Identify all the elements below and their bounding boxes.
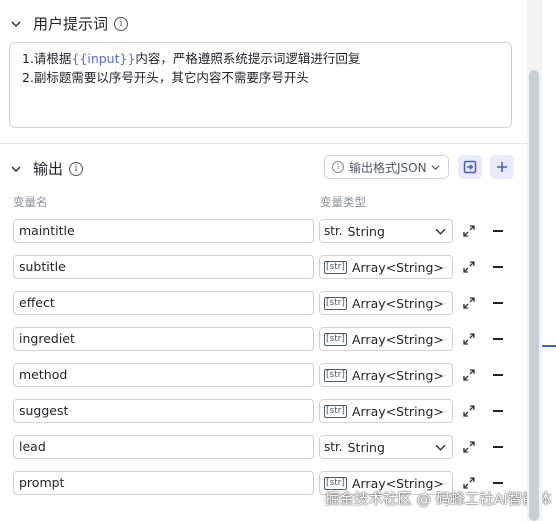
variable-type-label: Array<String> [351, 259, 444, 275]
remove-variable-button[interactable] [493, 482, 503, 484]
scrollbar-thumb[interactable] [529, 70, 539, 521]
variable-type-select[interactable]: [str] Array<String> [319, 327, 453, 351]
variable-type-label: String [347, 223, 385, 239]
expand-icon[interactable] [463, 333, 475, 345]
variable-type-label: Array<String> [351, 295, 444, 311]
plus-icon [497, 162, 507, 172]
chevron-down-icon [435, 444, 446, 451]
chevron-down-icon[interactable] [11, 164, 21, 174]
user-prompt-textarea[interactable]: 1.请根据{{input}}内容，严格遵照系统提示词逻辑进行回复 2.副标题需要… [9, 42, 512, 128]
prompt-line-2: 2.副标题需要以序号开头，其它内容不需要序号开头 [22, 70, 309, 85]
output-variable-row: ingrediet [str] Array<String> [0, 327, 527, 353]
chevron-down-icon [443, 266, 446, 268]
output-variable-row: lead str. String [0, 435, 527, 461]
variable-type-label: String [347, 439, 385, 455]
output-variable-row: subtitle [str] Array<String> [0, 255, 527, 281]
prompt-section-header[interactable]: 用户提示词 i [11, 13, 129, 34]
variable-type-label: Array<String> [351, 367, 444, 383]
type-icon: [str] [324, 296, 347, 310]
info-icon: i [332, 161, 344, 173]
variable-name-input[interactable]: lead [13, 435, 314, 459]
variable-type-select[interactable]: [str] Array<String> [319, 291, 453, 315]
chevron-down-icon [435, 228, 446, 235]
prompt-section-title: 用户提示词 [33, 15, 109, 33]
column-header-name: 变量名 [13, 195, 48, 209]
chevron-down-icon [443, 410, 446, 412]
variable-name-input[interactable]: effect [13, 291, 314, 315]
chevron-down-icon[interactable] [11, 19, 21, 29]
expand-icon[interactable] [463, 261, 475, 273]
variable-type-label: Array<String> [351, 403, 444, 419]
expand-icon[interactable] [463, 225, 475, 237]
variable-name-input[interactable]: subtitle [13, 255, 314, 279]
type-icon: [str] [324, 332, 347, 346]
remove-variable-button[interactable] [493, 302, 503, 304]
type-icon: str. [324, 224, 343, 238]
variable-name-input[interactable]: ingrediet [13, 327, 314, 351]
chevron-down-icon [443, 374, 446, 376]
variable-name-input[interactable]: method [13, 363, 314, 387]
output-variable-row: method [str] Array<String> [0, 363, 527, 389]
info-icon[interactable]: i [114, 16, 129, 31]
chevron-down-icon [431, 164, 440, 170]
chevron-down-icon [443, 482, 446, 484]
remove-variable-button[interactable] [493, 446, 503, 448]
prompt-line-1-suffix: 内容，严格遵照系统提示词逻辑进行回复 [135, 51, 361, 66]
column-header-type: 变量类型 [320, 195, 366, 209]
import-button[interactable] [458, 155, 482, 179]
variable-type-label: Array<String> [351, 331, 444, 347]
add-variable-button[interactable] [490, 155, 514, 179]
expand-icon[interactable] [463, 441, 475, 453]
variable-type-select[interactable]: str. String [319, 435, 453, 459]
remove-variable-button[interactable] [493, 230, 503, 232]
type-icon: str. [324, 440, 343, 454]
output-section-header[interactable]: 输出 i [11, 158, 84, 179]
remove-variable-button[interactable] [493, 266, 503, 268]
variable-name-input[interactable]: prompt [13, 471, 314, 495]
output-variable-row: effect [str] Array<String> [0, 291, 527, 317]
variable-type-select[interactable]: [str] Array<String> [319, 399, 453, 423]
expand-icon[interactable] [463, 405, 475, 417]
import-icon [463, 160, 477, 174]
variable-type-select[interactable]: str. String [319, 219, 453, 243]
remove-variable-button[interactable] [493, 338, 503, 340]
expand-icon[interactable] [463, 297, 475, 309]
info-icon[interactable]: i [69, 161, 84, 176]
variable-name-input[interactable]: suggest [13, 399, 314, 423]
chevron-down-icon [443, 338, 446, 340]
section-divider [0, 143, 527, 144]
variable-type-select[interactable]: [str] Array<String> [319, 255, 453, 279]
canvas-edge-marker [542, 345, 556, 347]
chevron-down-icon [443, 302, 446, 304]
type-icon: [str] [324, 368, 347, 382]
prompt-line-1: 1.请根据{{input}}内容，严格遵照系统提示词逻辑进行回复 [22, 49, 499, 68]
remove-variable-button[interactable] [493, 374, 503, 376]
variable-name-input[interactable]: maintitle [13, 219, 314, 243]
remove-variable-button[interactable] [493, 410, 503, 412]
node-config-panel: 用户提示词 i 1.请根据{{input}}内容，严格遵照系统提示词逻辑进行回复… [0, 0, 551, 521]
watermark: 掘金技术社区 @ 码蜂工社AI智能体 [325, 492, 552, 508]
prompt-variable: {{input}} [71, 51, 136, 66]
prompt-line-1-prefix: 1.请根据 [22, 51, 72, 66]
type-icon: [str] [324, 260, 347, 274]
output-variable-row: maintitle str. String [0, 219, 527, 245]
output-format-select[interactable]: i 输出格式JSON [324, 155, 449, 179]
type-icon: [str] [324, 404, 347, 418]
output-format-label: 输出格式JSON [349, 160, 427, 175]
variable-type-select[interactable]: [str] Array<String> [319, 363, 453, 387]
output-section-title: 输出 [33, 160, 64, 178]
expand-icon[interactable] [463, 369, 475, 381]
output-variable-row: suggest [str] Array<String> [0, 399, 527, 425]
